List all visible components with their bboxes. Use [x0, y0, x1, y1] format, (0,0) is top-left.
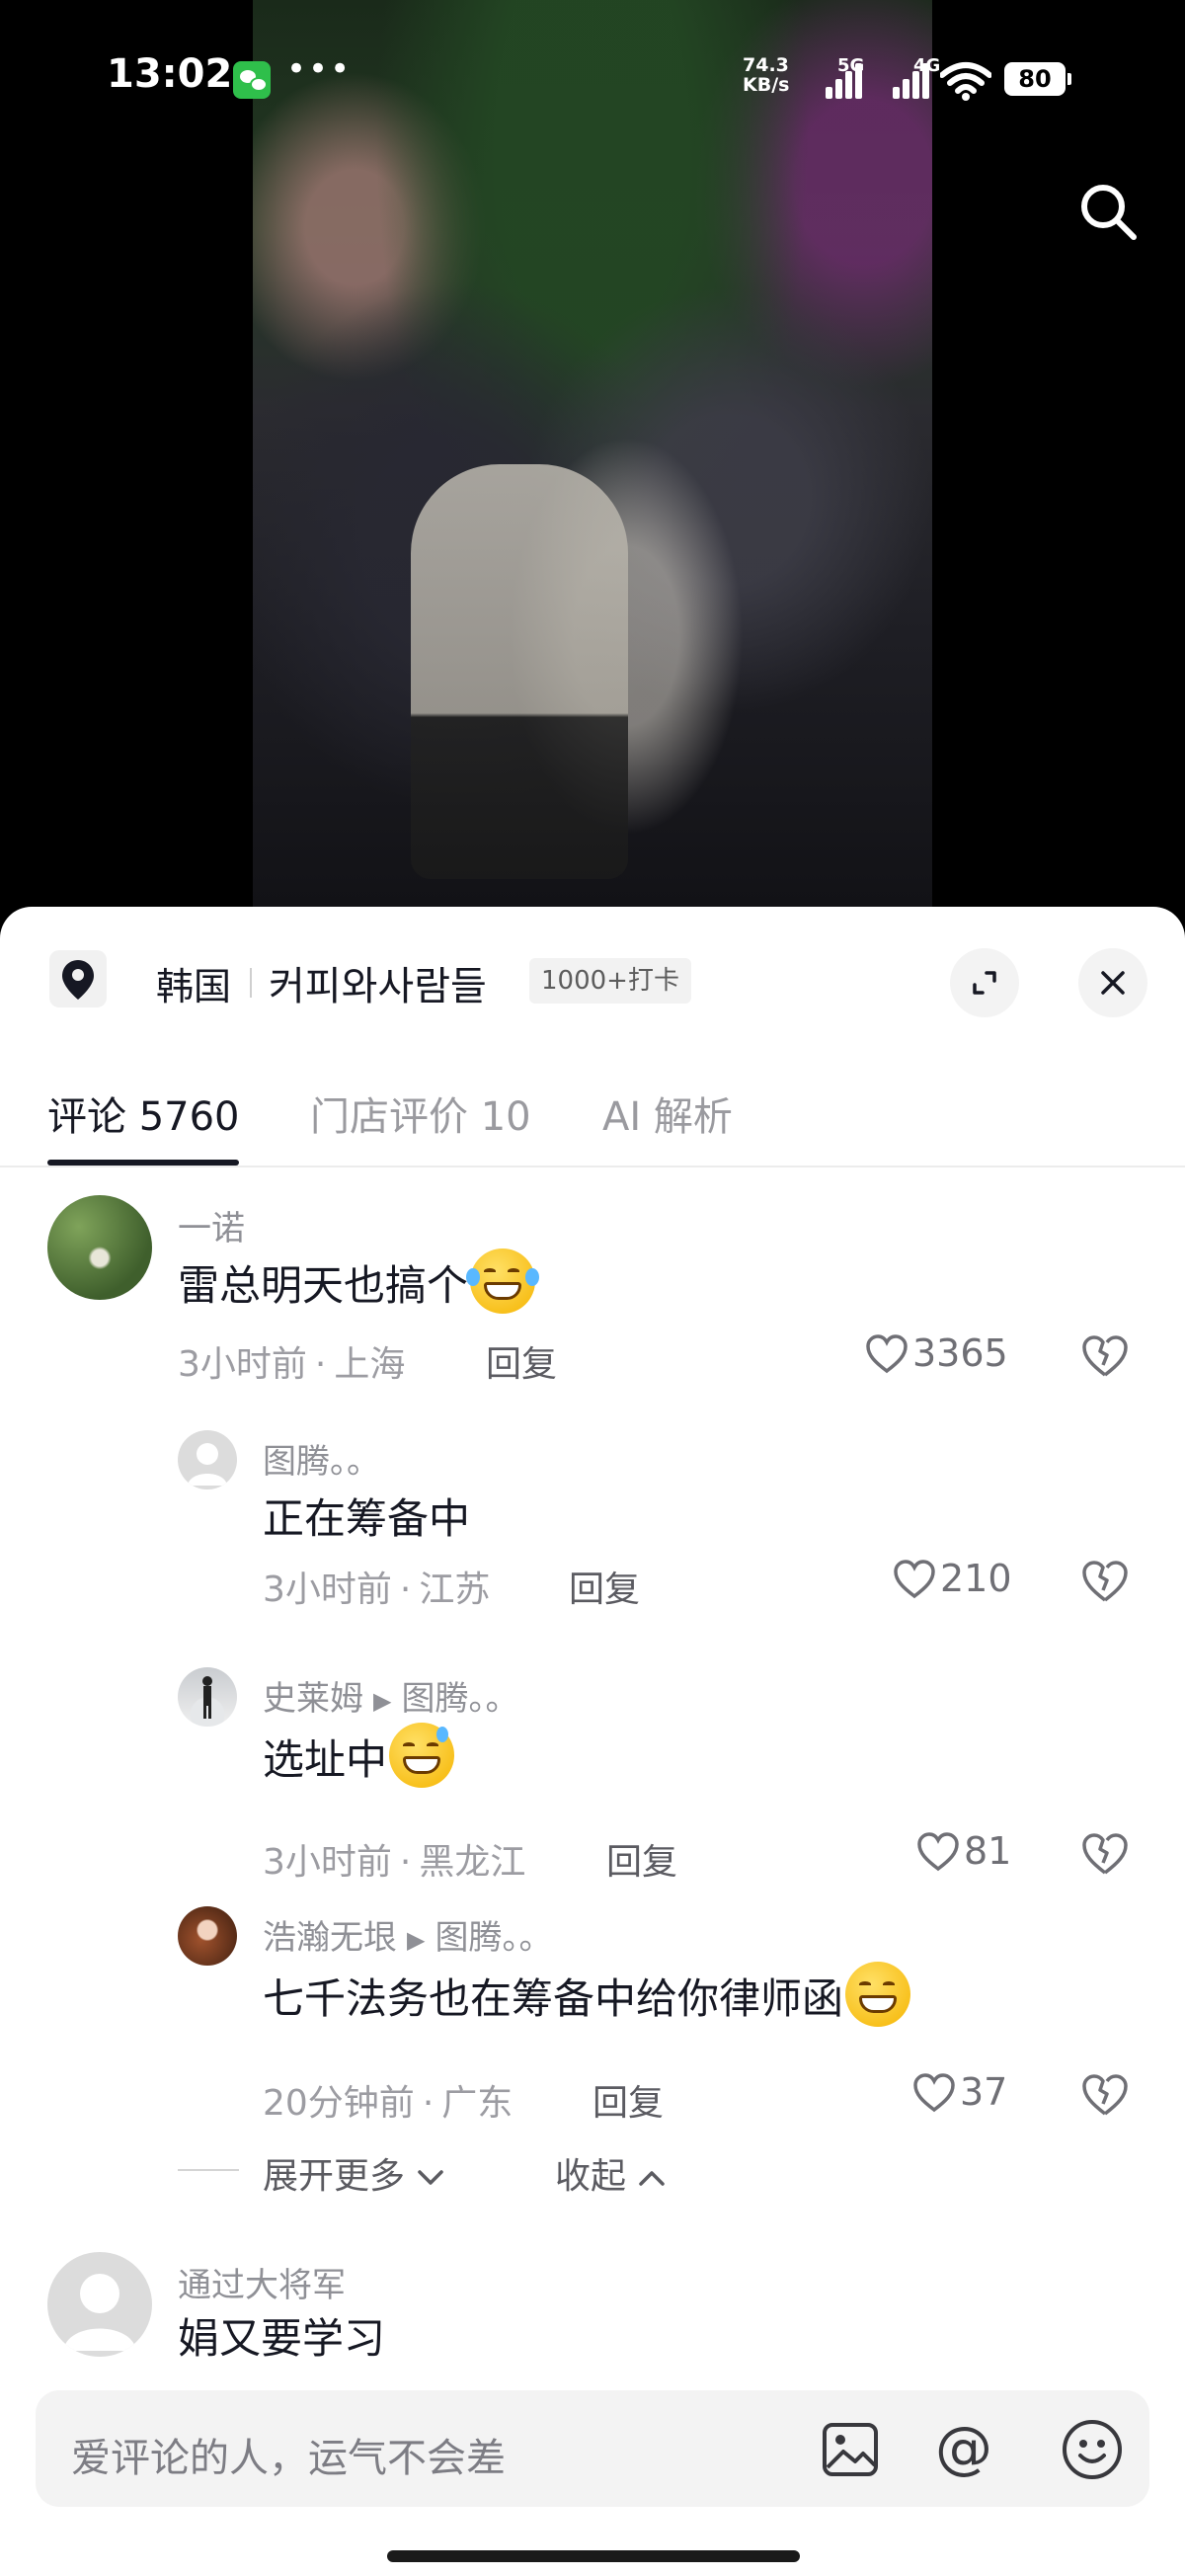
comment-region: 江苏 — [419, 1570, 491, 1610]
reply-arrow-icon: ▶ — [373, 1686, 392, 1715]
at-icon[interactable]: @ — [932, 2418, 995, 2481]
home-indicator[interactable] — [387, 2550, 800, 2562]
collapse-button[interactable]: 收起 — [555, 2147, 667, 2199]
tab-store-reviews[interactable]: 门店评价 10 — [310, 1085, 531, 1142]
heart-icon — [917, 1832, 959, 1872]
laughing-crying-emoji-icon — [466, 1248, 540, 1314]
avatar[interactable] — [178, 1667, 237, 1727]
location-country: 韩国 — [156, 965, 232, 1008]
comment-username[interactable]: 史莱姆 ▶ 图腾。。 — [263, 1671, 518, 1720]
comment-username[interactable]: 通过大将军 — [178, 2258, 346, 2306]
collapse-label: 收起 — [555, 2156, 627, 2197]
comment-meta: 3小时前 · 上海 — [178, 1344, 406, 1385]
close-icon — [1101, 971, 1125, 995]
broken-heart-icon[interactable] — [1080, 1831, 1130, 1877]
like-count: 81 — [964, 1829, 1012, 1873]
image-icon[interactable] — [822, 2422, 879, 2477]
comment-meta: 3小时前 · 江苏 — [263, 1570, 491, 1610]
wifi-icon — [940, 62, 991, 101]
network-speed: 74.3 KB/s — [743, 55, 789, 95]
comment-text-content: 七千法务也在筹备中给你律师函 — [263, 1974, 844, 2023]
reply-button[interactable]: 回复 — [606, 1833, 677, 1885]
comment-text: 七千法务也在筹备中给你律师函 — [263, 1962, 911, 2027]
like-count: 210 — [940, 1557, 1012, 1600]
smiley-icon[interactable] — [1061, 2418, 1124, 2481]
status-time: 13:02 — [107, 51, 233, 97]
comment-username[interactable]: 浩瀚无垠 ▶ 图腾。。 — [263, 1910, 552, 1959]
comment-input[interactable]: 爱评论的人，运气不会差 — [71, 2426, 506, 2483]
heart-icon — [894, 1560, 935, 1599]
chevron-up-icon — [639, 2171, 666, 2186]
like-count: 3365 — [912, 1331, 1008, 1375]
reply-button[interactable]: 回复 — [592, 2074, 664, 2126]
wechat-icon — [233, 61, 271, 99]
comment-sheet: 韩国 커피와사람들 1000+打卡 评论 5760 门店评价 10 AI 解析 … — [0, 907, 1185, 2576]
reply-button[interactable]: 回复 — [486, 1335, 557, 1387]
comment-time: 3小时前 — [178, 1344, 307, 1385]
grinning-emoji-icon — [845, 1962, 911, 2027]
avatar[interactable] — [178, 1906, 237, 1966]
status-bar: 13:02 ••• 74.3 KB/s 5G 4G 80 — [0, 0, 1185, 158]
like-button[interactable]: 210 — [893, 1557, 1012, 1600]
location-pin-icon — [49, 950, 107, 1007]
like-button[interactable]: 3365 — [865, 1331, 1008, 1375]
avatar[interactable] — [47, 2252, 152, 2357]
comment-region: 广东 — [441, 2083, 514, 2124]
comment-text: 雷总明天也搞个 — [178, 1248, 540, 1314]
comment-text-content: 选址中 — [263, 1735, 388, 1784]
comment-username[interactable]: 一诺 — [178, 1201, 245, 1249]
heart-icon — [913, 2073, 955, 2113]
comment-tabs: 评论 5760 门店评价 10 AI 解析 — [0, 1065, 1185, 1167]
search-icon[interactable] — [1076, 180, 1140, 243]
chevron-down-icon — [418, 2170, 444, 2185]
thread-controls: 展开更多 收起 — [0, 2147, 1185, 2197]
comment-text: 正在筹备中 — [263, 1494, 471, 1543]
like-button[interactable]: 81 — [916, 1829, 1011, 1873]
comment-username[interactable]: 图腾。。 — [263, 1434, 380, 1483]
broken-heart-icon[interactable] — [1080, 1333, 1130, 1379]
sweat-grin-emoji-icon — [389, 1723, 455, 1788]
broken-heart-icon[interactable] — [1080, 2072, 1130, 2118]
comment-region: 上海 — [334, 1344, 406, 1385]
comment-time: 20分钟前 — [263, 2083, 415, 2124]
location-place-name[interactable]: 커피와사람들 — [269, 954, 487, 1011]
battery-indicator: 80 — [1004, 62, 1071, 96]
comment-meta: 3小时前 · 黑龙江 — [263, 1842, 526, 1883]
comment-text-content: 雷总明天也搞个 — [178, 1261, 469, 1310]
expand-more-label: 展开更多 — [263, 2156, 406, 2197]
more-dots-icon: ••• — [286, 49, 353, 89]
tab-ai-analysis[interactable]: AI 解析 — [602, 1085, 733, 1142]
comment-meta: 20分钟前 · 广东 — [263, 2083, 514, 2124]
tab-comments[interactable]: 评论 5760 — [47, 1085, 240, 1142]
reply-to-username: 图腾。。 — [434, 1918, 553, 1958]
expand-icon — [973, 971, 996, 995]
comment-input-bar[interactable]: 爱评论的人，运气不会差 @ — [36, 2390, 1149, 2507]
location-row[interactable]: 韩国 커피와사람들 1000+打卡 — [0, 946, 1185, 1017]
avatar[interactable] — [178, 1430, 237, 1489]
close-button[interactable] — [1078, 948, 1147, 1017]
broken-heart-icon[interactable] — [1080, 1559, 1130, 1604]
comment-username-text: 史莱姆 — [263, 1679, 363, 1719]
comment-text: 娟又要学习 — [178, 2314, 386, 2363]
thread-line — [178, 2169, 239, 2171]
checkin-badge: 1000+打卡 — [529, 958, 691, 1004]
comment-region: 黑龙江 — [419, 1842, 526, 1883]
network-speed-unit: KB/s — [743, 74, 790, 96]
comment-username-text: 浩瀚无垠 — [263, 1918, 397, 1958]
heart-icon — [866, 1334, 908, 1374]
like-button[interactable]: 37 — [912, 2070, 1007, 2114]
comment-time: 3小时前 — [263, 1842, 392, 1883]
like-count: 37 — [960, 2070, 1008, 2114]
expand-more-button[interactable]: 展开更多 — [263, 2147, 445, 2199]
reply-to-username: 图腾。。 — [401, 1679, 519, 1719]
comment-text: 选址中 — [263, 1723, 455, 1788]
location-divider — [250, 968, 252, 998]
active-tab-underline — [47, 1160, 239, 1166]
expand-button[interactable] — [950, 948, 1019, 1017]
network-speed-value: 74.3 — [743, 54, 789, 76]
avatar[interactable] — [47, 1195, 152, 1300]
reply-arrow-icon: ▶ — [407, 1925, 426, 1954]
reply-button[interactable]: 回复 — [569, 1561, 640, 1612]
comment-time: 3小时前 — [263, 1570, 392, 1610]
